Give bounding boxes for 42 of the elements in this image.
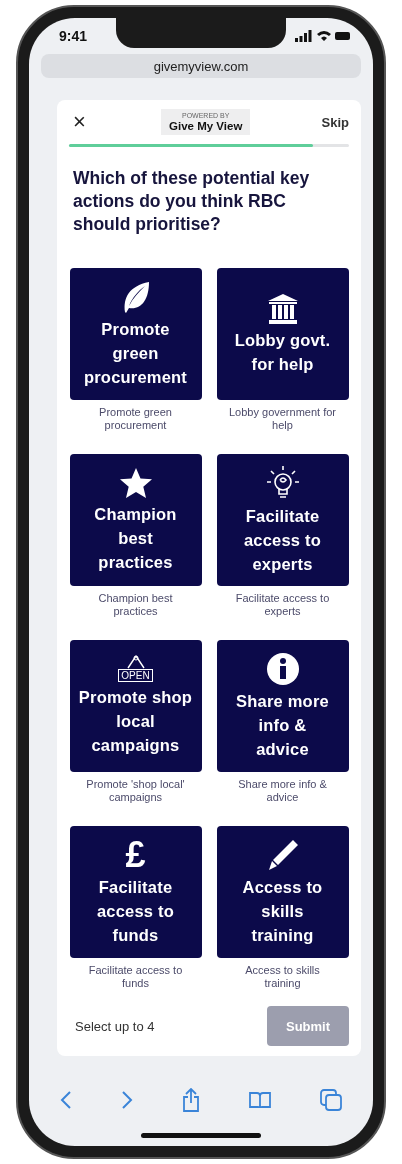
- option-tile[interactable]: Share more info & advice: [216, 640, 349, 772]
- option-tile[interactable]: Champion best practices: [69, 454, 202, 586]
- option-caption: Champion best practices: [97, 592, 174, 618]
- back-icon[interactable]: [59, 1090, 72, 1110]
- option-caption: Lobby government for help: [228, 406, 337, 432]
- option-caption: Promote green procurement: [98, 406, 173, 432]
- question-text: Which of these potential key actions do you think RBC should prioritise?: [73, 167, 311, 236]
- skip-button[interactable]: Skip: [321, 114, 349, 130]
- option-tile[interactable]: £ Facilitate access to funds: [69, 826, 202, 958]
- option-tile[interactable]: OPEN Promote shop local campaigns: [69, 640, 202, 772]
- light-bulb-icon: [265, 464, 300, 501]
- option-tile[interactable]: Lobby govt. for help: [216, 268, 349, 400]
- brand-name: Give My View: [169, 120, 243, 132]
- option-title: Promote green procurement: [83, 318, 188, 388]
- option-title: Access to skills training: [242, 876, 323, 946]
- bank-building-icon: [266, 292, 299, 325]
- option-caption: Promote 'shop local' campaigns: [85, 778, 186, 804]
- url-bar[interactable]: givemyview.com: [41, 54, 361, 78]
- option-title: Facilitate access to experts: [244, 505, 321, 575]
- share-icon[interactable]: [181, 1088, 200, 1112]
- option-title: Lobby govt. for help: [234, 329, 331, 375]
- option-tile[interactable]: Promote green procurement: [69, 268, 202, 400]
- option-tile[interactable]: Access to skills training: [216, 826, 349, 958]
- selection-hint: Select up to 4: [75, 1018, 155, 1034]
- status-icons: [295, 30, 351, 42]
- tabs-icon[interactable]: [320, 1089, 343, 1111]
- forward-icon[interactable]: [120, 1090, 133, 1110]
- option-title: Facilitate access to funds: [97, 876, 174, 946]
- option-caption: Facilitate access to funds: [87, 964, 184, 990]
- info-icon: [265, 651, 300, 686]
- status-time: 9:41: [59, 28, 88, 44]
- option-title: Share more info & advice: [236, 690, 329, 760]
- option-tile[interactable]: Facilitate access to experts: [216, 454, 349, 586]
- option-caption: Facilitate access to experts: [234, 592, 331, 618]
- pound-sign-icon: £: [125, 837, 146, 872]
- option-caption: Share more info & advice: [237, 778, 328, 804]
- option-title: Champion best practices: [94, 503, 177, 573]
- option-title: Promote shop local campaigns: [78, 687, 193, 756]
- close-button[interactable]: ×: [69, 109, 90, 135]
- option-caption: Access to skills training: [244, 964, 321, 990]
- book-icon[interactable]: [249, 1091, 272, 1109]
- star-icon: [118, 466, 153, 499]
